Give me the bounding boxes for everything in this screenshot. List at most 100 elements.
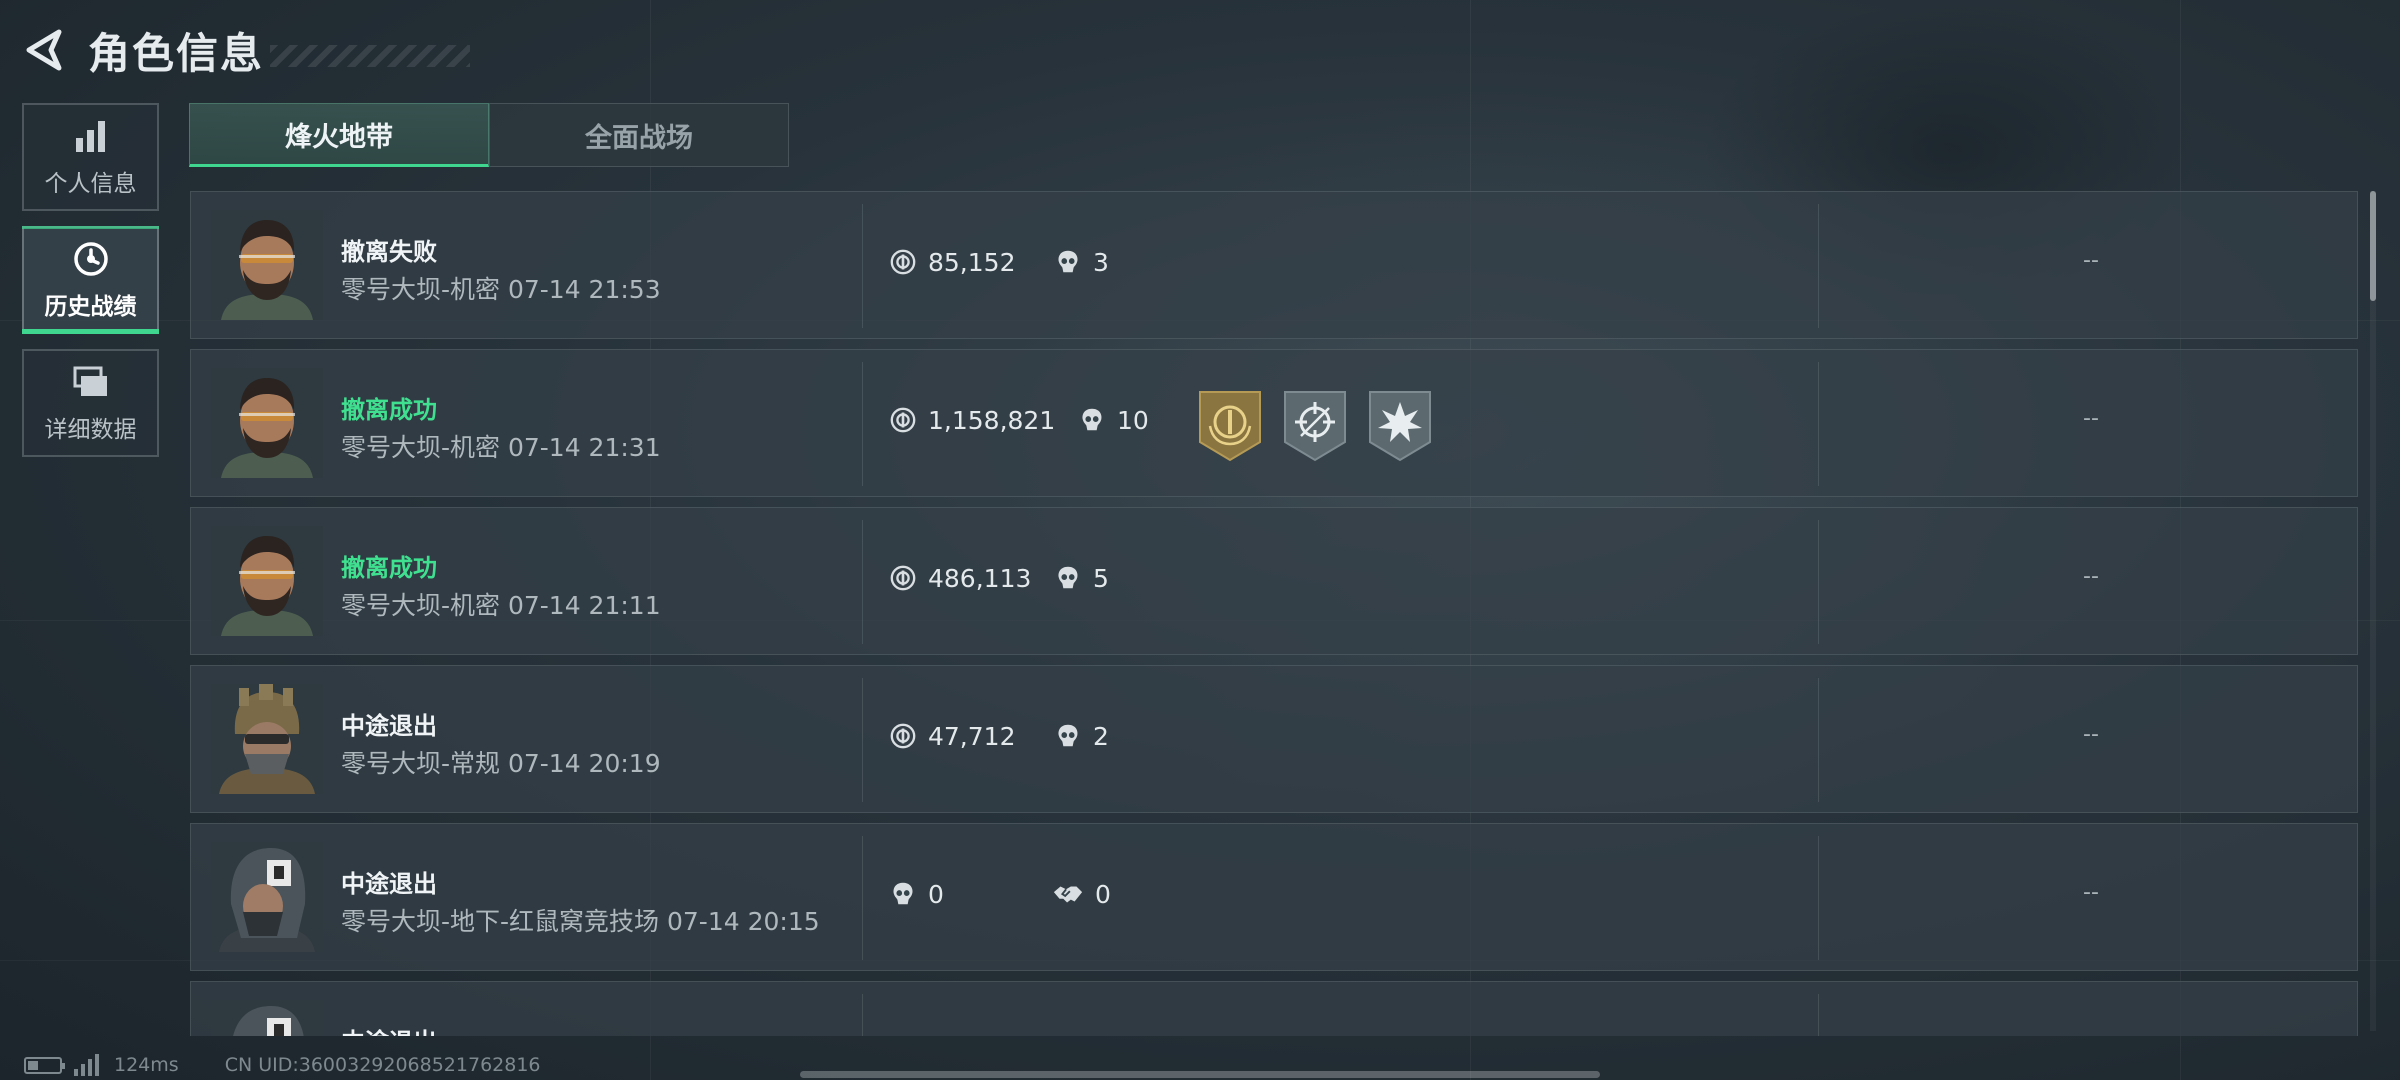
coin-icon — [888, 563, 918, 593]
column-divider — [862, 678, 863, 802]
kills-stat: 5 — [1053, 563, 1109, 593]
match-history-list: 撤离失败 零号大坝-机密 07-14 21:53 85,152 3 -- 撤离成… — [190, 191, 2360, 1036]
value-amount: 486,113 — [928, 563, 1032, 593]
status-footer: 124ms CN UID:36003292068521762816 — [24, 1052, 541, 1078]
kills-stat: 3 — [1053, 247, 1109, 277]
sidebar-item-history[interactable]: 历史战绩 — [22, 226, 159, 334]
assist-count: 0 — [1095, 879, 1111, 909]
map-and-time: 零号大坝-机密 07-14 21:53 — [341, 275, 661, 304]
scrollbar-thumb[interactable] — [2370, 191, 2376, 301]
value-stat: 85,152 — [888, 247, 1015, 277]
gold-medal-badge-icon[interactable] — [1196, 388, 1264, 462]
kills-stat: 2 — [1053, 721, 1109, 751]
sidebar-item-personal-info[interactable]: 个人信息 — [22, 103, 159, 211]
tab-full-battlefield[interactable]: 全面战场 — [489, 103, 789, 167]
folder-stack-icon — [71, 362, 111, 402]
kill-count: 3 — [1093, 247, 1109, 277]
operator-avatar — [211, 368, 323, 478]
column-divider — [862, 836, 863, 960]
map-and-time: 零号大坝-机密 07-14 21:11 — [341, 591, 661, 620]
match-record-row[interactable]: 撤离成功 零号大坝-机密 07-14 21:31 1,158,821 10 -- — [190, 349, 2358, 497]
operator-avatar — [211, 684, 323, 794]
operator-avatar — [211, 210, 323, 320]
match-record-row[interactable]: 撤离失败 零号大坝-机密 07-14 21:53 85,152 3 -- — [190, 191, 2358, 339]
extra-info: -- — [2083, 564, 2099, 589]
match-record-row[interactable]: 中途退出 零号大坝-地下-红鼠窝竞技场 07-14 20:15 0 0 -- — [190, 823, 2358, 971]
page-title: 角色信息 — [88, 28, 265, 78]
coin-icon — [888, 405, 918, 435]
skull-icon — [1053, 563, 1083, 593]
vertical-scrollbar[interactable] — [2370, 191, 2376, 1031]
column-divider — [862, 994, 863, 1036]
value-amount: 47,712 — [928, 721, 1016, 751]
map-and-time: 零号大坝-机密 07-14 21:31 — [341, 433, 661, 462]
extra-info: -- — [2083, 248, 2099, 273]
burst-badge-icon[interactable] — [1366, 388, 1434, 462]
page-header: 角色信息 — [22, 22, 471, 78]
kills-stat: 10 — [1077, 405, 1149, 435]
extraction-status: 中途退出 — [341, 1022, 437, 1036]
column-divider — [1818, 204, 1819, 328]
extraction-status: 撤离成功 — [341, 396, 437, 424]
column-divider — [1818, 362, 1819, 486]
kill-count: 0 — [928, 879, 944, 909]
back-arrow-icon[interactable] — [22, 27, 64, 73]
operator-avatar — [211, 526, 323, 636]
sidebar-item-label: 历史战绩 — [44, 294, 137, 320]
match-record-row[interactable]: 撤离成功 零号大坝-机密 07-14 21:11 486,113 5 -- — [190, 507, 2358, 655]
horizontal-scroll-indicator[interactable] — [800, 1071, 1600, 1078]
skull-icon — [1053, 721, 1083, 751]
operator-avatar — [211, 1000, 323, 1036]
extraction-status: 撤离成功 — [341, 554, 437, 582]
skull-icon — [1077, 405, 1107, 435]
column-divider — [1818, 836, 1819, 960]
extra-info: -- — [2083, 880, 2099, 905]
kill-count: 10 — [1117, 405, 1149, 435]
extraction-status: 中途退出 — [341, 712, 437, 740]
match-record-row[interactable]: 中途退出 零号大坝-常规 07-14 20:19 47,712 2 -- — [190, 665, 2358, 813]
medal-badges — [1196, 388, 1451, 462]
value-amount: 1,158,821 — [928, 405, 1056, 435]
column-divider — [862, 204, 863, 328]
clock-history-icon — [71, 239, 111, 279]
map-and-time: 零号大坝-常规 07-14 20:19 — [341, 749, 661, 778]
column-divider — [862, 520, 863, 644]
user-uid: CN UID:36003292068521762816 — [224, 1054, 541, 1076]
extra-info: -- — [2083, 406, 2099, 431]
tab-beacon-zone[interactable]: 烽火地带 — [189, 103, 489, 167]
crosshair-badge-icon[interactable] — [1281, 388, 1349, 462]
mode-tabs: 烽火地带 全面战场 — [189, 103, 789, 167]
handshake-icon — [1051, 879, 1085, 909]
sidebar: 个人信息 历史战绩 详细数据 — [22, 103, 159, 472]
skull-icon — [888, 879, 918, 909]
title-stripes — [270, 45, 471, 67]
assists-stat: 0 — [1051, 879, 1111, 909]
sidebar-item-detail-data[interactable]: 详细数据 — [22, 349, 159, 457]
match-record-row[interactable]: 中途退出 — [190, 981, 2358, 1036]
coin-icon — [888, 721, 918, 751]
kills-stat: 0 — [888, 879, 944, 909]
kill-count: 2 — [1093, 721, 1109, 751]
sidebar-item-label: 详细数据 — [44, 417, 137, 443]
operator-avatar — [211, 842, 323, 952]
skull-icon — [1053, 247, 1083, 277]
signal-icon — [74, 1054, 102, 1076]
map-and-time: 零号大坝-地下-红鼠窝竞技场 07-14 20:15 — [341, 907, 820, 936]
ping-readout: 124ms — [114, 1054, 179, 1076]
sidebar-item-label: 个人信息 — [44, 171, 137, 197]
battery-icon — [24, 1056, 65, 1074]
coin-icon — [888, 247, 918, 277]
value-amount: 85,152 — [928, 247, 1016, 277]
column-divider — [1818, 520, 1819, 644]
value-stat: 47,712 — [888, 721, 1015, 751]
extraction-status: 中途退出 — [341, 870, 437, 898]
column-divider — [1818, 994, 1819, 1036]
value-stat: 1,158,821 — [888, 405, 1055, 435]
column-divider — [862, 362, 863, 486]
extra-info: -- — [2083, 722, 2099, 747]
kill-count: 5 — [1093, 563, 1109, 593]
value-stat: 486,113 — [888, 563, 1031, 593]
column-divider — [1818, 678, 1819, 802]
bar-chart-icon — [71, 116, 111, 156]
extraction-status: 撤离失败 — [341, 238, 437, 266]
